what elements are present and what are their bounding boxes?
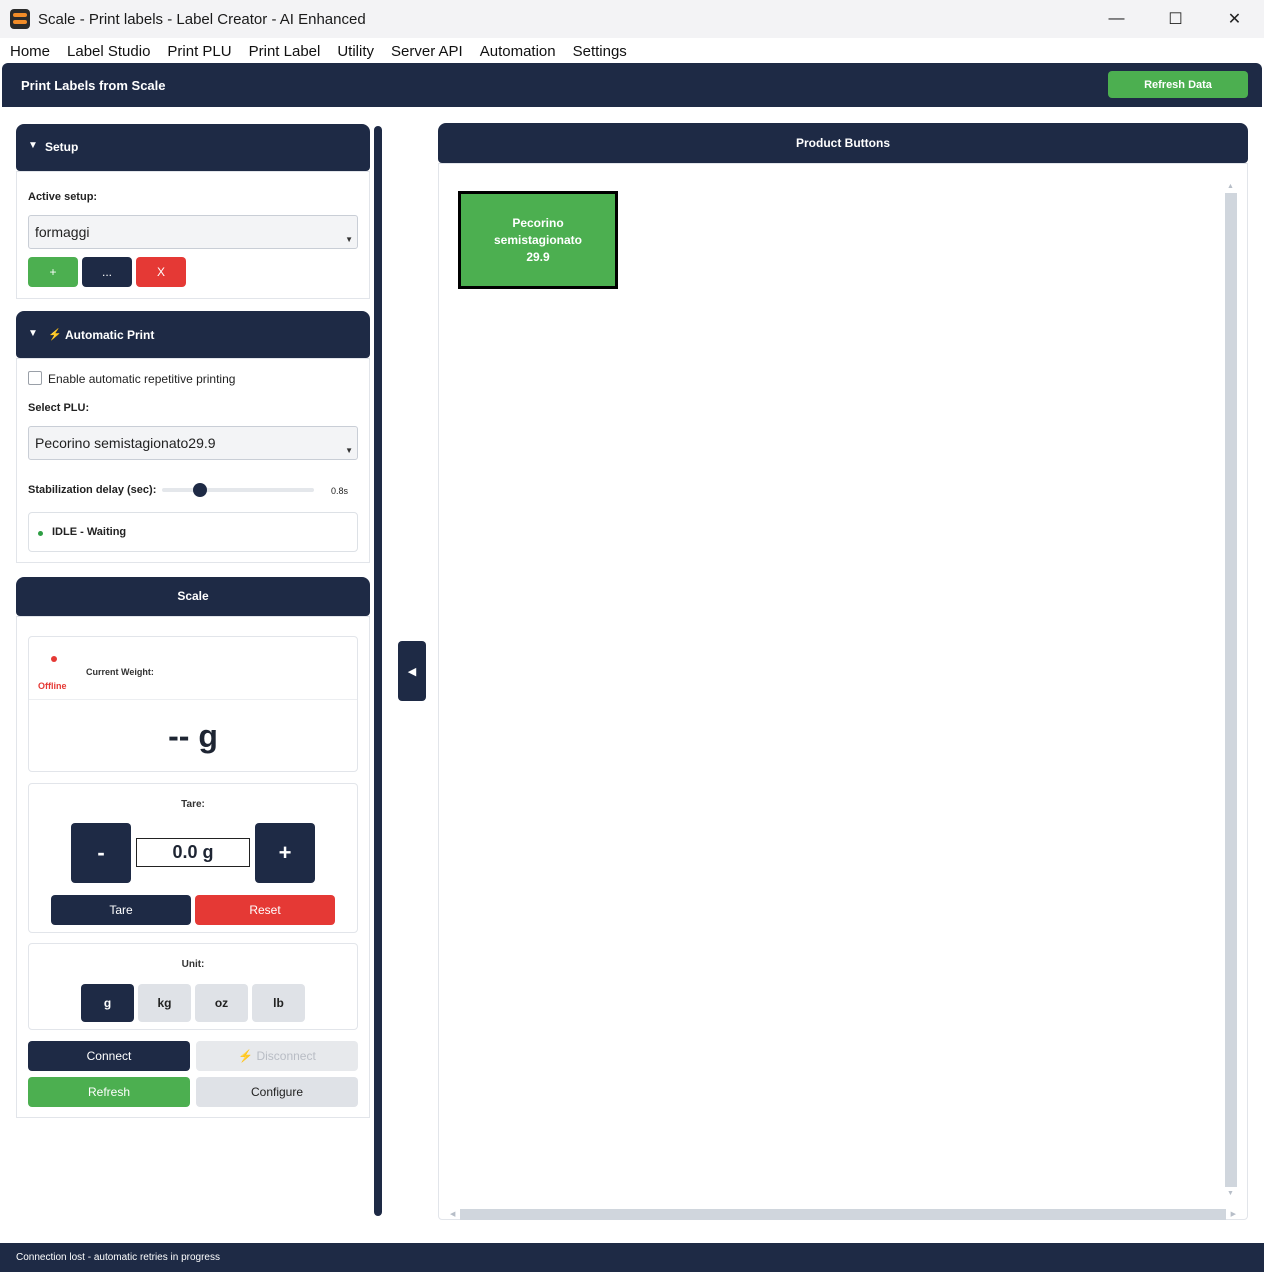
bolt-icon: ⚡ (48, 329, 62, 341)
product-button[interactable]: Pecorino semistagionato 29.9 (458, 191, 618, 289)
unit-button-lb[interactable]: lb (252, 984, 305, 1022)
scale-panel-header: Scale (16, 577, 370, 616)
scroll-right-icon[interactable]: ▶ (1231, 1210, 1236, 1218)
unit-button-oz[interactable]: oz (195, 984, 248, 1022)
auto-print-status-box: IDLE - Waiting (28, 512, 358, 552)
dropdown-arrow-icon: ▼ (345, 446, 353, 455)
unit-button-g[interactable]: g (81, 984, 134, 1022)
add-setup-button[interactable]: + (28, 257, 78, 287)
connection-status-dot-icon (51, 656, 57, 662)
menu-automation[interactable]: Automation (480, 43, 556, 60)
maximize-button[interactable]: ☐ (1146, 0, 1205, 38)
page-header: Print Labels from Scale Refresh Data (2, 63, 1262, 107)
tare-value-input[interactable]: 0.0 g (136, 838, 250, 867)
menu-print-plu[interactable]: Print PLU (167, 43, 231, 60)
card-divider (29, 699, 357, 700)
unit-card (28, 943, 358, 1030)
status-dot-icon (38, 531, 43, 536)
vertical-scroll-thumb[interactable] (1225, 193, 1237, 1187)
product-buttons-area (438, 163, 1248, 1220)
setup-panel-header[interactable]: ▼ Setup (16, 124, 370, 171)
product-buttons-header: Product Buttons (438, 123, 1248, 163)
close-window-button[interactable]: ✕ (1205, 0, 1264, 38)
auto-print-status-text: IDLE - Waiting (52, 526, 127, 538)
scroll-left-icon[interactable]: ◀ (450, 1210, 455, 1218)
active-setup-select[interactable]: formaggi ▼ (28, 215, 358, 249)
configure-scale-button[interactable]: Configure (196, 1077, 358, 1107)
auto-print-panel-header[interactable]: ▼ ⚡ Automatic Print (16, 311, 370, 358)
tare-label: Tare: (181, 799, 205, 810)
plu-select[interactable]: Pecorino semistagionato29.9 ▼ (28, 426, 358, 460)
menu-print-label[interactable]: Print Label (249, 43, 321, 60)
stabilization-delay-label: Stabilization delay (sec): (28, 484, 157, 496)
product-name: Pecorino semistagionato (493, 215, 583, 247)
refresh-scale-button[interactable]: Refresh (28, 1077, 190, 1107)
delete-setup-button[interactable]: X (136, 257, 186, 287)
minimize-button[interactable]: — (1087, 0, 1146, 38)
menu-settings[interactable]: Settings (573, 43, 627, 60)
disconnect-button[interactable]: ⚡ Disconnect (196, 1041, 358, 1071)
title-bar: Scale - Print labels - Label Creator - A… (0, 0, 1264, 38)
stabilization-delay-slider[interactable] (162, 482, 314, 498)
connect-button[interactable]: Connect (28, 1041, 190, 1071)
stabilization-delay-value: 0.8s (331, 486, 349, 496)
connection-status-text: Offline (38, 681, 67, 691)
tare-button[interactable]: Tare (51, 895, 191, 925)
menu-bar: Home Label Studio Print PLU Print Label … (0, 38, 1264, 64)
tare-increase-button[interactable]: + (255, 823, 315, 883)
collapse-toggle-icon: ▼ (28, 328, 38, 339)
status-bar: Connection lost - automatic retries in p… (0, 1243, 1264, 1272)
collapse-sidebar-button[interactable]: ◀ (398, 641, 426, 701)
horizontal-scroll-thumb[interactable] (460, 1209, 1226, 1220)
scale-title: Scale (177, 589, 209, 603)
window-controls: — ☐ ✕ (1087, 0, 1264, 38)
product-area-horizontal-scrollbar[interactable]: ◀ ▶ (450, 1209, 1236, 1221)
auto-print-checkbox[interactable] (28, 371, 42, 385)
unit-label: Unit: (181, 959, 205, 970)
reset-tare-button[interactable]: Reset (195, 895, 335, 925)
product-price: 29.9 (526, 249, 550, 264)
status-bar-text: Connection lost - automatic retries in p… (16, 1252, 220, 1263)
current-weight-label: Current Weight: (86, 667, 154, 677)
menu-label-studio[interactable]: Label Studio (67, 43, 150, 60)
auto-print-title: Automatic Print (65, 328, 155, 342)
unit-button-kg[interactable]: kg (138, 984, 191, 1022)
active-setup-label: Active setup: (28, 191, 98, 203)
product-area-vertical-scrollbar[interactable]: ▲ ▼ (1225, 183, 1237, 1197)
active-setup-value: formaggi (35, 224, 90, 240)
weight-display-value: -- g (168, 718, 218, 754)
plu-select-value: Pecorino semistagionato29.9 (35, 435, 216, 451)
setup-options-button[interactable]: ... (82, 257, 132, 287)
scroll-up-icon[interactable]: ▲ (1227, 183, 1234, 190)
app-logo-icon (10, 9, 30, 29)
menu-server-api[interactable]: Server API (391, 43, 463, 60)
left-panel-scrollbar[interactable] (374, 126, 382, 1216)
collapse-toggle-icon: ▼ (28, 140, 38, 151)
refresh-data-button[interactable]: Refresh Data (1108, 71, 1248, 98)
menu-utility[interactable]: Utility (337, 43, 374, 60)
dropdown-arrow-icon: ▼ (345, 235, 353, 244)
slider-thumb[interactable] (193, 483, 208, 497)
select-plu-label: Select PLU: (28, 402, 90, 414)
product-buttons-title: Product Buttons (796, 136, 890, 150)
auto-print-checkbox-label: Enable automatic repetitive printing (48, 372, 236, 386)
window-title: Scale - Print labels - Label Creator - A… (38, 10, 366, 28)
scroll-down-icon[interactable]: ▼ (1227, 1190, 1234, 1197)
setup-title: Setup (45, 140, 79, 154)
tare-decrease-button[interactable]: - (71, 823, 131, 883)
menu-home[interactable]: Home (10, 43, 50, 60)
page-title: Print Labels from Scale (21, 78, 166, 93)
slider-track (162, 488, 314, 492)
